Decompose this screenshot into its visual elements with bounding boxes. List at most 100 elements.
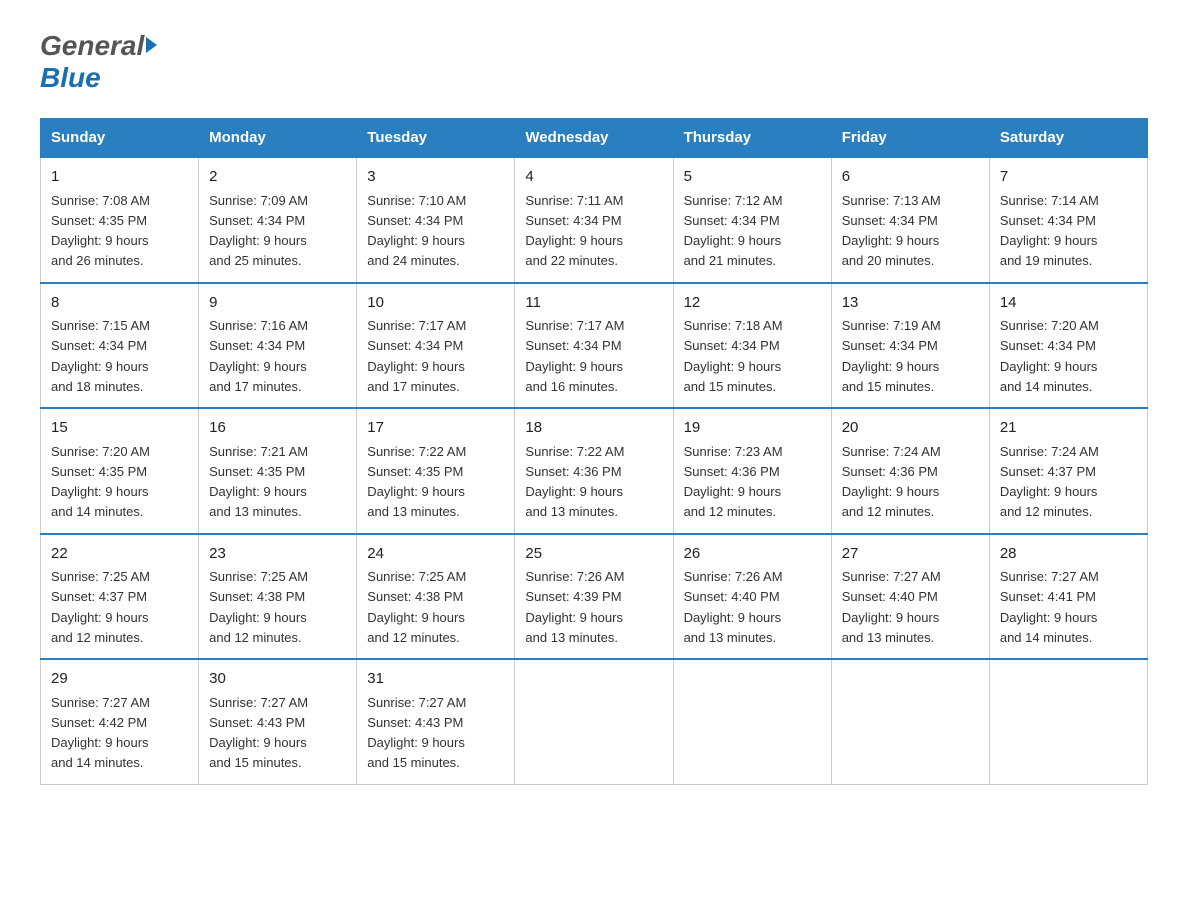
day-number: 15	[51, 417, 188, 440]
calendar-cell: 4Sunrise: 7:11 AMSunset: 4:34 PMDaylight…	[515, 157, 673, 283]
day-number: 23	[209, 543, 346, 566]
calendar-cell: 3 Sunrise: 7:10 AMSunset: 4:34 PMDaylight…	[357, 157, 515, 283]
day-number: 1	[51, 166, 188, 189]
day-info: Sunrise: 7:21 AMSunset: 4:35 PMDaylight:…	[209, 444, 308, 520]
calendar-cell: 20 Sunrise: 7:24 AMSunset: 4:36 PMDayligh…	[831, 408, 989, 534]
day-number: 28	[1000, 543, 1137, 566]
calendar-cell: 21 Sunrise: 7:24 AMSunset: 4:37 PMDayligh…	[989, 408, 1147, 534]
calendar-cell	[673, 659, 831, 784]
day-info: Sunrise: 7:16 AMSunset: 4:34 PMDaylight:…	[209, 318, 308, 394]
calendar-cell: 7Sunrise: 7:14 AMSunset: 4:34 PMDaylight…	[989, 157, 1147, 283]
day-number: 9	[209, 292, 346, 315]
calendar-cell: 11 Sunrise: 7:17 AMSunset: 4:34 PMDayligh…	[515, 283, 673, 409]
day-number: 19	[684, 417, 821, 440]
day-number: 10	[367, 292, 504, 315]
calendar-cell	[989, 659, 1147, 784]
header-sunday: Sunday	[41, 119, 199, 158]
day-number: 25	[525, 543, 662, 566]
day-info: Sunrise: 7:20 AMSunset: 4:35 PMDaylight:…	[51, 444, 150, 520]
calendar-cell: 15 Sunrise: 7:20 AMSunset: 4:35 PMDayligh…	[41, 408, 199, 534]
day-info: Sunrise: 7:18 AMSunset: 4:34 PMDaylight:…	[684, 318, 783, 394]
calendar-cell: 17Sunrise: 7:22 AMSunset: 4:35 PMDayligh…	[357, 408, 515, 534]
day-number: 16	[209, 417, 346, 440]
day-number: 31	[367, 668, 504, 691]
header-saturday: Saturday	[989, 119, 1147, 158]
calendar-week-row: 8Sunrise: 7:15 AMSunset: 4:34 PMDaylight…	[41, 283, 1148, 409]
calendar-header-row: SundayMondayTuesdayWednesdayThursdayFrid…	[41, 119, 1148, 158]
calendar-cell: 25 Sunrise: 7:26 AMSunset: 4:39 PMDayligh…	[515, 534, 673, 660]
header-wednesday: Wednesday	[515, 119, 673, 158]
calendar-cell: 23Sunrise: 7:25 AMSunset: 4:38 PMDayligh…	[199, 534, 357, 660]
header-friday: Friday	[831, 119, 989, 158]
day-number: 4	[525, 166, 662, 189]
calendar-cell: 30Sunrise: 7:27 AMSunset: 4:43 PMDayligh…	[199, 659, 357, 784]
calendar-cell: 19 Sunrise: 7:23 AMSunset: 4:36 PMDayligh…	[673, 408, 831, 534]
calendar-cell: 18 Sunrise: 7:22 AMSunset: 4:36 PMDayligh…	[515, 408, 673, 534]
day-number: 26	[684, 543, 821, 566]
calendar-cell: 13 Sunrise: 7:19 AMSunset: 4:34 PMDayligh…	[831, 283, 989, 409]
day-number: 6	[842, 166, 979, 189]
calendar-cell	[515, 659, 673, 784]
calendar-cell: 2 Sunrise: 7:09 AMSunset: 4:34 PMDaylight…	[199, 157, 357, 283]
calendar-cell: 8Sunrise: 7:15 AMSunset: 4:34 PMDaylight…	[41, 283, 199, 409]
calendar-week-row: 15 Sunrise: 7:20 AMSunset: 4:35 PMDayligh…	[41, 408, 1148, 534]
day-number: 3	[367, 166, 504, 189]
day-info: Sunrise: 7:23 AMSunset: 4:36 PMDaylight:…	[684, 444, 783, 520]
day-info: Sunrise: 7:25 AMSunset: 4:37 PMDaylight:…	[51, 569, 150, 645]
day-number: 29	[51, 668, 188, 691]
day-number: 18	[525, 417, 662, 440]
calendar-cell: 31Sunrise: 7:27 AMSunset: 4:43 PMDayligh…	[357, 659, 515, 784]
day-info: Sunrise: 7:08 AMSunset: 4:35 PMDaylight:…	[51, 193, 150, 269]
calendar-cell: 12Sunrise: 7:18 AMSunset: 4:34 PMDayligh…	[673, 283, 831, 409]
day-info: Sunrise: 7:22 AMSunset: 4:35 PMDaylight:…	[367, 444, 466, 520]
calendar-cell: 27 Sunrise: 7:27 AMSunset: 4:40 PMDayligh…	[831, 534, 989, 660]
calendar-cell: 24Sunrise: 7:25 AMSunset: 4:38 PMDayligh…	[357, 534, 515, 660]
day-info: Sunrise: 7:26 AMSunset: 4:39 PMDaylight:…	[525, 569, 624, 645]
logo: General Blue	[40, 30, 157, 94]
day-info: Sunrise: 7:19 AMSunset: 4:34 PMDaylight:…	[842, 318, 941, 394]
header-thursday: Thursday	[673, 119, 831, 158]
day-number: 21	[1000, 417, 1137, 440]
day-info: Sunrise: 7:22 AMSunset: 4:36 PMDaylight:…	[525, 444, 624, 520]
calendar-cell: 9 Sunrise: 7:16 AMSunset: 4:34 PMDaylight…	[199, 283, 357, 409]
day-number: 20	[842, 417, 979, 440]
day-info: Sunrise: 7:27 AMSunset: 4:40 PMDaylight:…	[842, 569, 941, 645]
calendar-week-row: 1 Sunrise: 7:08 AMSunset: 4:35 PMDaylight…	[41, 157, 1148, 283]
day-number: 24	[367, 543, 504, 566]
day-info: Sunrise: 7:09 AMSunset: 4:34 PMDaylight:…	[209, 193, 308, 269]
calendar-cell: 16 Sunrise: 7:21 AMSunset: 4:35 PMDayligh…	[199, 408, 357, 534]
day-info: Sunrise: 7:26 AMSunset: 4:40 PMDaylight:…	[684, 569, 783, 645]
calendar-cell: 5 Sunrise: 7:12 AMSunset: 4:34 PMDaylight…	[673, 157, 831, 283]
day-number: 13	[842, 292, 979, 315]
day-info: Sunrise: 7:17 AMSunset: 4:34 PMDaylight:…	[367, 318, 466, 394]
calendar-cell: 6 Sunrise: 7:13 AMSunset: 4:34 PMDaylight…	[831, 157, 989, 283]
day-info: Sunrise: 7:27 AMSunset: 4:42 PMDaylight:…	[51, 695, 150, 771]
day-number: 5	[684, 166, 821, 189]
header-tuesday: Tuesday	[357, 119, 515, 158]
calendar-cell: 22 Sunrise: 7:25 AMSunset: 4:37 PMDayligh…	[41, 534, 199, 660]
logo-general-text: General	[40, 30, 144, 62]
calendar-cell: 10 Sunrise: 7:17 AMSunset: 4:34 PMDayligh…	[357, 283, 515, 409]
day-info: Sunrise: 7:24 AMSunset: 4:36 PMDaylight:…	[842, 444, 941, 520]
calendar-cell: 26 Sunrise: 7:26 AMSunset: 4:40 PMDayligh…	[673, 534, 831, 660]
day-number: 11	[525, 292, 662, 315]
day-info: Sunrise: 7:27 AMSunset: 4:43 PMDaylight:…	[209, 695, 308, 771]
day-number: 2	[209, 166, 346, 189]
calendar-cell: 14Sunrise: 7:20 AMSunset: 4:34 PMDayligh…	[989, 283, 1147, 409]
day-info: Sunrise: 7:13 AMSunset: 4:34 PMDaylight:…	[842, 193, 941, 269]
day-info: Sunrise: 7:24 AMSunset: 4:37 PMDaylight:…	[1000, 444, 1099, 520]
day-number: 7	[1000, 166, 1137, 189]
header-monday: Monday	[199, 119, 357, 158]
day-info: Sunrise: 7:17 AMSunset: 4:34 PMDaylight:…	[525, 318, 624, 394]
calendar-table: SundayMondayTuesdayWednesdayThursdayFrid…	[40, 118, 1148, 785]
day-number: 27	[842, 543, 979, 566]
calendar-week-row: 29 Sunrise: 7:27 AMSunset: 4:42 PMDayligh…	[41, 659, 1148, 784]
calendar-cell: 1 Sunrise: 7:08 AMSunset: 4:35 PMDaylight…	[41, 157, 199, 283]
calendar-cell: 28Sunrise: 7:27 AMSunset: 4:41 PMDayligh…	[989, 534, 1147, 660]
day-number: 8	[51, 292, 188, 315]
day-info: Sunrise: 7:12 AMSunset: 4:34 PMDaylight:…	[684, 193, 783, 269]
calendar-cell: 29 Sunrise: 7:27 AMSunset: 4:42 PMDayligh…	[41, 659, 199, 784]
day-number: 22	[51, 543, 188, 566]
day-info: Sunrise: 7:10 AMSunset: 4:34 PMDaylight:…	[367, 193, 466, 269]
page-header: General Blue	[40, 30, 1148, 94]
